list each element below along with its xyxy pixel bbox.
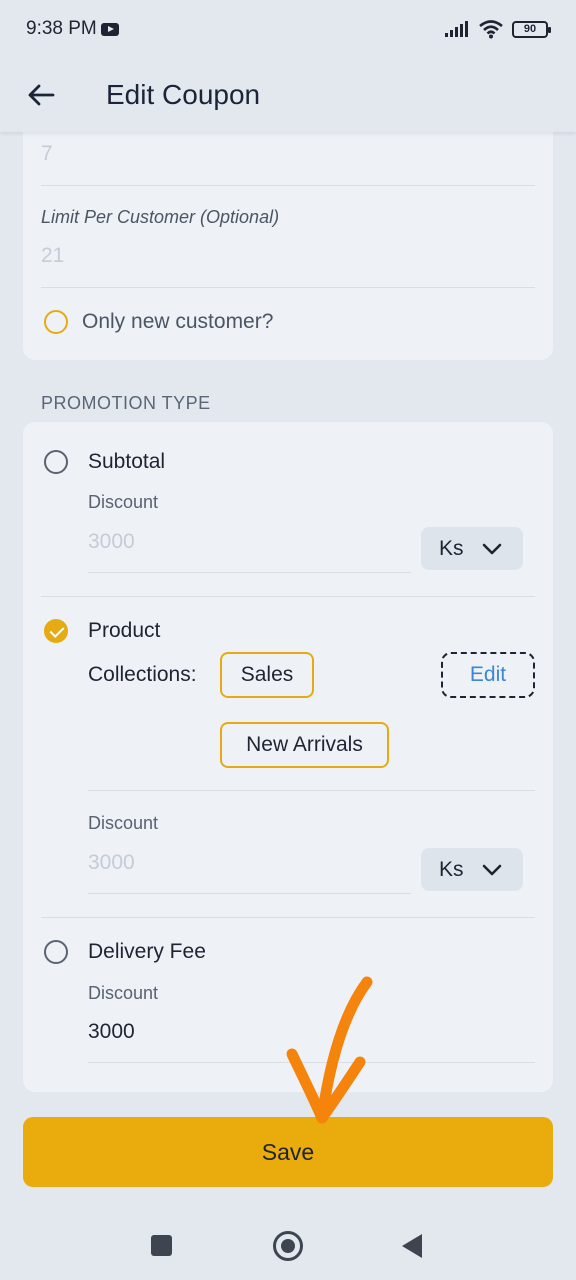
delivery-fee-discount-label: Discount [88, 983, 159, 1003]
divider [41, 917, 535, 918]
chevron-down-icon [482, 543, 501, 554]
battery-level: 90 [523, 22, 537, 35]
product-radio[interactable] [44, 619, 68, 643]
limit-per-customer-field[interactable]: 21 [41, 244, 64, 268]
currency-label: Ks [439, 857, 464, 881]
limits-card: 7 Limit Per Customer (Optional) 21 Only … [23, 132, 553, 360]
delivery-fee-discount-input[interactable]: 3000 [88, 1020, 135, 1044]
new-customer-radio[interactable] [44, 310, 68, 334]
product-discount-input[interactable]: 3000 [88, 851, 135, 875]
divider [88, 790, 535, 791]
divider [41, 185, 535, 186]
delivery-fee-radio[interactable] [44, 940, 68, 964]
collection-chip-sales[interactable]: Sales [220, 652, 314, 698]
usage-limit-field[interactable]: 7 [41, 142, 53, 166]
save-button[interactable]: Save [23, 1117, 553, 1187]
delivery-fee-label[interactable]: Delivery Fee [88, 940, 206, 964]
divider [88, 893, 411, 894]
page-title: Edit Coupon [106, 79, 261, 110]
subtotal-discount-label: Discount [88, 492, 159, 512]
wifi-icon [479, 20, 503, 39]
product-label[interactable]: Product [88, 619, 160, 643]
subtotal-discount-input[interactable]: 3000 [88, 530, 135, 554]
app-bar: Edit Coupon [0, 58, 576, 132]
collection-chip-new-arrivals[interactable]: New Arrivals [220, 722, 389, 768]
home-icon[interactable] [273, 1231, 303, 1261]
system-back-icon[interactable] [402, 1234, 422, 1258]
currency-label: Ks [439, 536, 464, 560]
recent-apps-icon[interactable] [151, 1235, 172, 1256]
chevron-down-icon [482, 864, 501, 875]
divider [88, 572, 411, 573]
limit-per-customer-label: Limit Per Customer (Optional) [41, 207, 280, 227]
system-nav-bar [0, 1212, 576, 1280]
subtotal-radio[interactable] [44, 450, 68, 474]
new-customer-label[interactable]: Only new customer? [82, 310, 273, 334]
status-right: 90 [444, 19, 551, 39]
collections-label: Collections: [88, 663, 197, 686]
subtotal-label[interactable]: Subtotal [88, 450, 165, 474]
arrow-left-icon [28, 84, 55, 106]
divider [41, 596, 535, 597]
youtube-icon [100, 22, 119, 36]
product-currency-select[interactable]: Ks [421, 848, 523, 891]
status-bar: 9:38 PM 90 [0, 0, 576, 58]
edit-collections-button[interactable]: Edit [441, 652, 535, 698]
status-time: 9:38 PM [26, 18, 97, 39]
battery-icon: 90 [512, 20, 551, 38]
divider [88, 1062, 535, 1063]
divider [41, 287, 535, 288]
promotion-type-title: PROMOTION TYPE [41, 393, 211, 413]
status-left: 9:38 PM [26, 18, 119, 40]
signal-icon [445, 21, 468, 37]
subtotal-currency-select[interactable]: Ks [421, 527, 523, 570]
back-button[interactable] [0, 58, 80, 132]
product-discount-label: Discount [88, 813, 159, 833]
promotion-type-card: Subtotal Discount 3000 Ks Product Collec… [23, 422, 553, 1092]
